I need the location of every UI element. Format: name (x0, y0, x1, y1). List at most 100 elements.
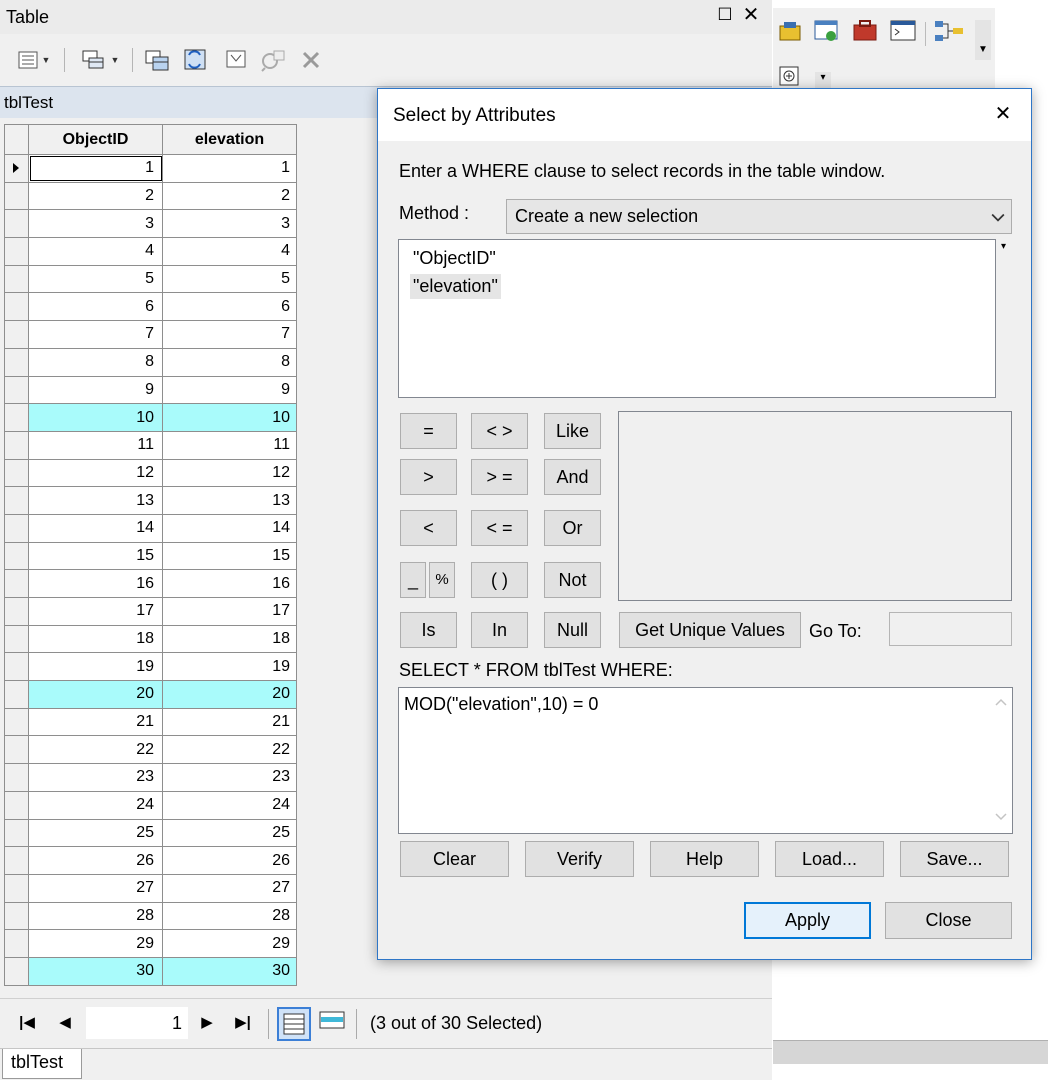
greater-equal-button[interactable]: > = (471, 459, 528, 495)
where-clause-textarea[interactable]: MOD("elevation",10) = 0 (398, 687, 1013, 834)
python-window-icon[interactable] (889, 18, 917, 44)
zoom-to-selected-button[interactable] (258, 46, 288, 74)
related-tables-button[interactable]: ▼ (74, 46, 126, 74)
table-row[interactable]: 33 (4, 209, 297, 239)
row-selector[interactable] (4, 790, 29, 820)
table-row[interactable]: 28 28 (4, 901, 297, 931)
unique-values-list[interactable] (618, 411, 1012, 601)
get-unique-values-button[interactable]: Get Unique Values (619, 612, 801, 648)
list-options-icon[interactable]: ▾ (1001, 241, 1006, 252)
row-selector[interactable] (4, 458, 29, 488)
table-row[interactable]: 11 11 (4, 430, 297, 460)
previous-record-icon[interactable]: ◀ (54, 1013, 76, 1031)
cell-objectid[interactable]: 16 (28, 569, 163, 598)
maximize-icon[interactable]: ☐ (714, 4, 736, 26)
row-selector[interactable] (4, 956, 29, 986)
row-selector[interactable] (4, 430, 29, 460)
dialog-titlebar[interactable]: Select by Attributes ✕ (378, 89, 1031, 141)
table-row[interactable]: 26 26 (4, 846, 297, 875)
parentheses-button[interactable]: ( ) (471, 562, 528, 598)
not-button[interactable]: Not (544, 562, 601, 598)
cell-elevation[interactable]: 17 (162, 597, 297, 626)
row-selector-header[interactable] (4, 124, 29, 155)
row-selector[interactable] (4, 264, 29, 294)
textarea-scrollbar[interactable] (988, 688, 1012, 833)
toolbox-icon[interactable] (851, 18, 879, 44)
cell-objectid[interactable]: 13 (28, 486, 163, 515)
cell-elevation[interactable]: 13 (162, 486, 297, 515)
cell-elevation[interactable]: 27 (162, 873, 297, 903)
in-button[interactable]: In (471, 612, 528, 648)
cell-objectid[interactable]: 10 (28, 403, 163, 432)
row-selector[interactable] (4, 375, 29, 405)
delete-selected-button[interactable] (298, 46, 324, 74)
cell-objectid[interactable]: 27 (28, 873, 163, 903)
model-builder-icon[interactable] (933, 18, 967, 44)
cell-elevation[interactable]: 19 (162, 652, 297, 682)
cell-elevation[interactable]: 18 (162, 624, 297, 654)
cell-elevation[interactable]: 7 (162, 320, 297, 349)
row-selector[interactable] (4, 569, 29, 598)
catalog-icon[interactable] (777, 18, 803, 44)
close-icon[interactable]: ✕ (990, 101, 1016, 127)
toolbar-overflow-icon[interactable]: ▼ (975, 20, 991, 60)
cell-elevation[interactable]: 5 (162, 264, 297, 294)
table-row[interactable]: 19 19 (4, 652, 297, 682)
last-record-icon[interactable]: ▶| (232, 1013, 254, 1031)
add-data-icon[interactable] (777, 64, 803, 88)
cell-objectid[interactable]: 2 (28, 181, 163, 211)
row-selector[interactable] (4, 929, 29, 958)
row-selector[interactable] (4, 597, 29, 626)
cell-objectid[interactable]: 5 (28, 264, 163, 294)
cell-objectid[interactable]: 29 (28, 929, 163, 958)
cell-elevation[interactable]: 20 (162, 680, 297, 709)
clear-button[interactable]: Clear (400, 841, 509, 877)
null-button[interactable]: Null (544, 612, 601, 648)
select-by-attributes-button[interactable] (142, 46, 172, 74)
cell-elevation[interactable]: 10 (162, 403, 297, 432)
show-selected-records-button[interactable] (318, 1009, 346, 1033)
switch-selection-button[interactable] (180, 46, 212, 74)
table-row[interactable]: 29 29 (4, 929, 297, 958)
cell-elevation[interactable]: 1 (162, 154, 297, 183)
less-equal-button[interactable]: < = (471, 510, 528, 546)
cell-elevation[interactable]: 11 (162, 430, 297, 460)
table-titlebar[interactable]: Table ☐ ✕ (0, 0, 772, 34)
row-selector[interactable] (4, 209, 29, 239)
cell-objectid[interactable]: 7 (28, 320, 163, 349)
percent-wildcard-button[interactable]: % (429, 562, 455, 598)
table-row[interactable]: 22 (4, 181, 297, 211)
close-icon[interactable]: ✕ (740, 4, 762, 26)
row-selector[interactable] (4, 513, 29, 543)
table-options-button[interactable]: ▼ (10, 46, 58, 74)
cell-objectid[interactable]: 1 (28, 154, 163, 183)
table-row[interactable]: 21 21 (4, 707, 297, 737)
load-button[interactable]: Load... (775, 841, 884, 877)
row-selector[interactable] (4, 846, 29, 875)
cell-objectid[interactable]: 30 (28, 956, 163, 986)
row-selector[interactable] (4, 680, 29, 709)
row-selector[interactable] (4, 707, 29, 737)
row-selector[interactable] (4, 818, 29, 848)
cell-elevation[interactable]: 29 (162, 929, 297, 958)
cell-objectid[interactable]: 20 (28, 680, 163, 709)
row-selector[interactable] (4, 486, 29, 515)
table-row[interactable]: 44 (4, 237, 297, 266)
apply-button[interactable]: Apply (744, 902, 871, 939)
not-equal-button[interactable]: < > (471, 413, 528, 449)
goto-input[interactable] (889, 612, 1012, 646)
row-selector[interactable] (4, 873, 29, 903)
or-button[interactable]: Or (544, 510, 601, 546)
next-record-icon[interactable]: ▶ (196, 1013, 218, 1031)
scroll-down-icon[interactable] (995, 812, 1007, 822)
table-row[interactable]: 99 (4, 375, 297, 405)
row-selector[interactable] (4, 735, 29, 765)
table-row[interactable]: 10 10 (4, 403, 297, 432)
toolbar-overflow-icon[interactable]: ▾ (815, 72, 831, 88)
cell-objectid[interactable]: 19 (28, 652, 163, 682)
is-button[interactable]: Is (400, 612, 457, 648)
cell-objectid[interactable]: 8 (28, 347, 163, 377)
cell-elevation[interactable]: 16 (162, 569, 297, 598)
table-row[interactable]: 15 15 (4, 541, 297, 571)
cell-objectid[interactable]: 24 (28, 790, 163, 820)
